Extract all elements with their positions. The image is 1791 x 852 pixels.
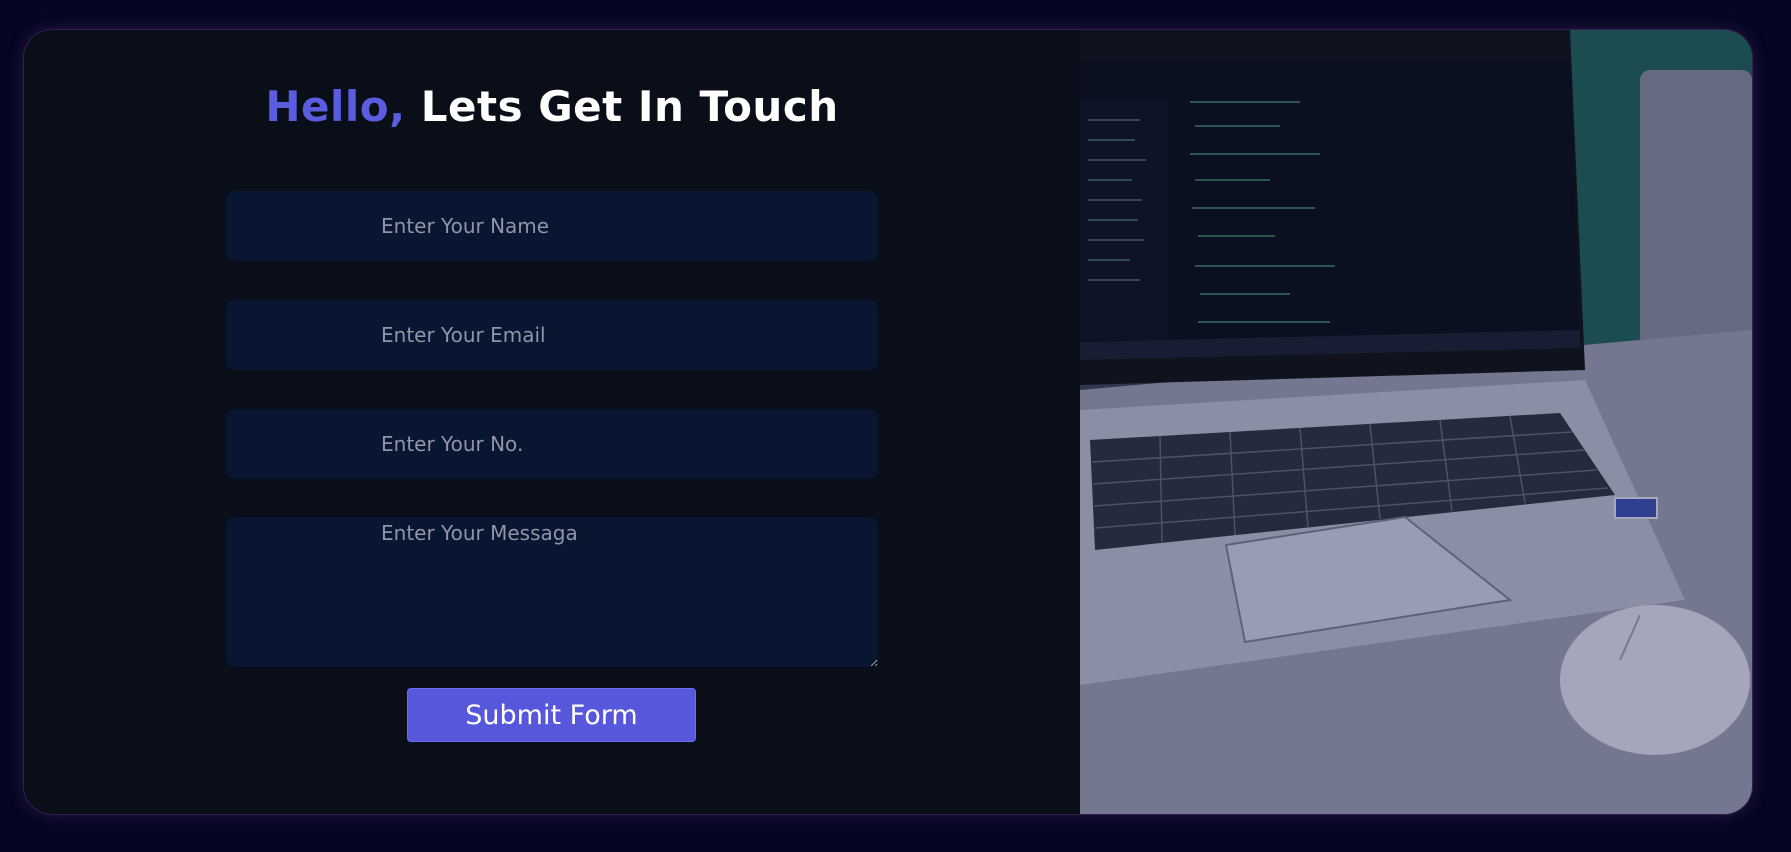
title-accent: Hello, xyxy=(265,82,406,131)
submit-form-button[interactable]: Submit Form xyxy=(407,688,696,742)
name-input[interactable] xyxy=(226,191,878,261)
contact-card: Hello, Lets Get In Touch Submit Form xyxy=(24,30,1752,814)
title-text: Lets Get In Touch xyxy=(405,82,839,131)
phone-input[interactable] xyxy=(226,409,878,479)
laptop-photo xyxy=(1080,30,1752,814)
message-textarea[interactable] xyxy=(226,517,878,667)
contact-form-panel: Hello, Lets Get In Touch Submit Form xyxy=(24,30,1080,814)
page-title: Hello, Lets Get In Touch xyxy=(24,82,1080,131)
email-input[interactable] xyxy=(226,300,878,370)
